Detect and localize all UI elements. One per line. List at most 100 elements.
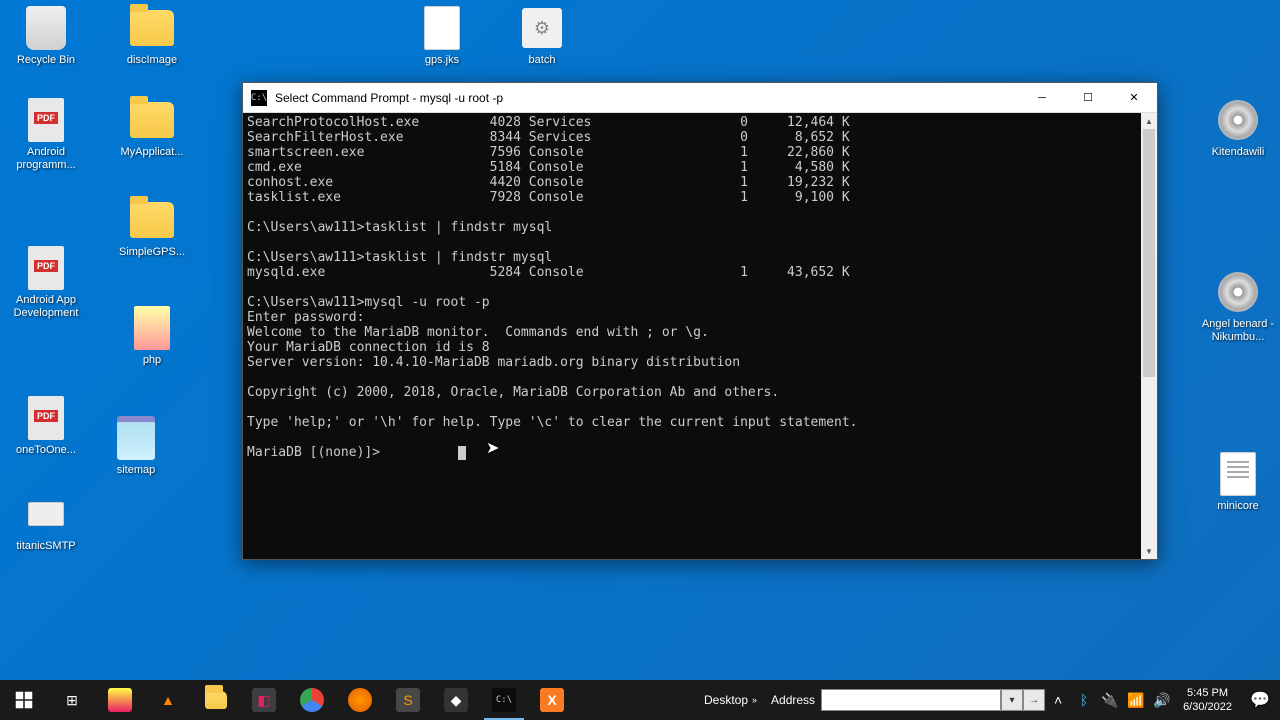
- icon-label: sitemap: [117, 464, 156, 477]
- tray-power-icon[interactable]: 🔌: [1101, 692, 1119, 709]
- vlc-icon: ▲: [156, 688, 180, 712]
- folder-icon: [130, 102, 174, 138]
- clock-time: 5:45 PM: [1183, 686, 1232, 700]
- notifications-button[interactable]: 💬: [1240, 680, 1280, 720]
- minimize-button[interactable]: ─: [1019, 83, 1065, 113]
- close-button[interactable]: ✕: [1111, 83, 1157, 113]
- desktop-icon-sitemap[interactable]: sitemap: [98, 414, 174, 477]
- taskbar-app-vlc[interactable]: ▲: [144, 680, 192, 720]
- cmd-icon: C:\: [492, 688, 516, 712]
- tray-overflow-button[interactable]: ˄: [1049, 692, 1067, 708]
- desktop-icon-php[interactable]: php: [114, 304, 190, 367]
- icon-label: MyApplicat...: [121, 146, 184, 159]
- folder-icon: [130, 202, 174, 238]
- taskbar-app-explorer[interactable]: [192, 680, 240, 720]
- taskbar[interactable]: ⊞ ▲ ◧ S ◆ C:\ X Desktop » Address ▾ → ˄ …: [0, 680, 1280, 720]
- icon-label: discImage: [127, 54, 177, 67]
- app-icon: [108, 688, 132, 712]
- xampp-icon: X: [540, 688, 564, 712]
- sublime-icon: S: [396, 688, 420, 712]
- folder-icon: [130, 10, 174, 46]
- desktop-icon-disc-image[interactable]: discImage: [114, 4, 190, 67]
- address-label: Address: [765, 693, 821, 707]
- ide-icon: ◧: [252, 688, 276, 712]
- scroll-down-button[interactable]: ▼: [1141, 543, 1157, 559]
- tray-volume-icon[interactable]: 🔊: [1153, 692, 1171, 709]
- address-go-button[interactable]: →: [1023, 689, 1045, 711]
- address-input[interactable]: [821, 689, 1001, 711]
- cmd-scrollbar[interactable]: ▲ ▼: [1141, 113, 1157, 559]
- clock-date: 6/30/2022: [1183, 700, 1232, 714]
- toolbar-label-text: Desktop: [704, 693, 748, 707]
- icon-label: Android programm...: [8, 146, 84, 172]
- taskview-button[interactable]: ⊞: [48, 680, 96, 720]
- taskview-icon: ⊞: [60, 688, 84, 712]
- taskbar-app-chrome[interactable]: [288, 680, 336, 720]
- icon-label: php: [143, 354, 161, 367]
- app-icon: ◆: [444, 688, 468, 712]
- desktop-icon-simple-gps[interactable]: SimpleGPS...: [114, 196, 190, 259]
- desktop-icon-recycle-bin[interactable]: Recycle Bin: [8, 4, 84, 67]
- scroll-up-button[interactable]: ▲: [1141, 113, 1157, 129]
- cmd-titlebar[interactable]: C:\ Select Command Prompt - mysql -u roo…: [243, 83, 1157, 113]
- icon-label: Kitendawili: [1212, 146, 1265, 159]
- desktop[interactable]: Recycle Bin Android programm... Android …: [0, 0, 1280, 680]
- firefox-icon: [348, 688, 372, 712]
- maximize-button[interactable]: ☐: [1065, 83, 1111, 113]
- desktop-icon-kitendawili[interactable]: Kitendawili: [1200, 96, 1276, 159]
- icon-label: oneToOne...: [16, 444, 76, 457]
- icon-label: titanicSMTP: [16, 540, 75, 553]
- pdf-icon: [28, 246, 64, 290]
- file-icon: [424, 6, 460, 50]
- taskbar-app-cmd[interactable]: C:\: [480, 680, 528, 720]
- taskbar-app-misc[interactable]: ◆: [432, 680, 480, 720]
- chrome-icon: [300, 688, 324, 712]
- batch-icon: [522, 8, 562, 48]
- recycle-bin-icon: [26, 6, 66, 50]
- desktop-icon-angel-benard[interactable]: Angel benard - Nikumbu...: [1200, 268, 1276, 344]
- start-button[interactable]: [0, 680, 48, 720]
- taskbar-desktop-toolbar[interactable]: Desktop »: [696, 693, 765, 707]
- tray-wifi-icon[interactable]: 📶: [1127, 692, 1145, 709]
- icon-label: Android App Development: [8, 294, 84, 320]
- system-tray[interactable]: ˄ ᛒ 🔌 📶 🔊: [1045, 692, 1175, 709]
- image-icon: [134, 306, 170, 350]
- icon-label: minicore: [1217, 500, 1259, 513]
- icon-label: Angel benard - Nikumbu...: [1200, 318, 1276, 344]
- tray-bluetooth-icon[interactable]: ᛒ: [1075, 692, 1093, 708]
- taskbar-app-firefox[interactable]: [336, 680, 384, 720]
- desktop-icon-titanic-smtp[interactable]: titanicSMTP: [8, 490, 84, 553]
- windows-icon: [15, 691, 33, 709]
- chevron-icon: »: [752, 695, 757, 705]
- file-icon: [28, 502, 64, 526]
- taskbar-app-1[interactable]: [96, 680, 144, 720]
- desktop-icon-android-app-dev[interactable]: Android App Development: [8, 244, 84, 320]
- text-file-icon: [1220, 452, 1256, 496]
- icon-label: batch: [529, 54, 556, 67]
- icon-label: Recycle Bin: [17, 54, 75, 67]
- command-prompt-window[interactable]: C:\ Select Command Prompt - mysql -u roo…: [242, 82, 1158, 560]
- taskbar-app-xampp[interactable]: X: [528, 680, 576, 720]
- disc-icon: [1218, 100, 1258, 140]
- taskbar-address-toolbar[interactable]: Address ▾ →: [765, 687, 1045, 713]
- desktop-icon-my-applicant[interactable]: MyApplicat...: [114, 96, 190, 159]
- disc-icon: [1218, 272, 1258, 312]
- taskbar-clock[interactable]: 5:45 PM 6/30/2022: [1175, 686, 1240, 715]
- desktop-icon-one-to-one[interactable]: oneToOne...: [8, 394, 84, 457]
- pdf-icon: [28, 396, 64, 440]
- address-dropdown-button[interactable]: ▾: [1001, 689, 1023, 711]
- icon-label: gps.jks: [425, 54, 459, 67]
- desktop-icon-android-prog[interactable]: Android programm...: [8, 96, 84, 172]
- taskbar-app-sublime[interactable]: S: [384, 680, 432, 720]
- explorer-icon: [204, 688, 228, 712]
- pdf-icon: [28, 98, 64, 142]
- icon-label: SimpleGPS...: [119, 246, 185, 259]
- desktop-icon-minicore[interactable]: minicore: [1200, 450, 1276, 513]
- scroll-thumb[interactable]: [1143, 129, 1155, 377]
- taskbar-app-ide[interactable]: ◧: [240, 680, 288, 720]
- desktop-icon-gps-jks[interactable]: gps.jks: [404, 4, 480, 67]
- desktop-icon-batch[interactable]: batch: [504, 4, 580, 67]
- cmd-output[interactable]: SearchProtocolHost.exe 4028 Services 0 1…: [243, 113, 1157, 559]
- cmd-icon: C:\: [251, 90, 267, 106]
- notepad-icon: [117, 416, 155, 460]
